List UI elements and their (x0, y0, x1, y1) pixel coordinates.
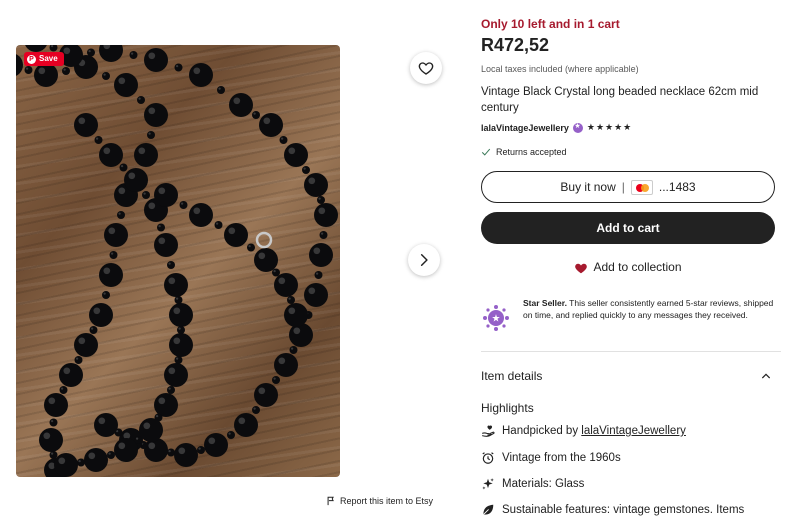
highlight-shop-link[interactable]: lalaVintageJewellery (581, 425, 686, 437)
hand-heart-icon (481, 424, 495, 438)
next-image-button[interactable] (408, 244, 440, 276)
necklace-beads-illustration (16, 45, 338, 477)
stock-notice: Only 10 left and in 1 cart (481, 17, 620, 31)
svg-text:★: ★ (492, 314, 501, 325)
add-to-cart-button[interactable]: Add to cart (481, 212, 775, 244)
tax-note: Local taxes included (where applicable) (481, 64, 639, 74)
shop-info: lalaVintageJewellery ★ ★★★★ (481, 122, 632, 133)
highlight-vintage-text: Vintage from the 1960s (502, 452, 621, 464)
star-seller-heading: Star Seller. (523, 298, 567, 308)
favorite-button[interactable] (410, 52, 442, 84)
buy-it-now-label: Buy it now (560, 180, 616, 194)
star-seller-icon: ★ (481, 303, 511, 333)
listing-title: Vintage Black Crystal long beaded neckla… (481, 86, 759, 114)
highlights-heading: Highlights (481, 401, 534, 415)
highlight-materials-text: Materials: Glass (502, 478, 585, 490)
buy-it-now-button[interactable]: Buy it now | ...1483 (481, 171, 775, 203)
heart-outline-icon (418, 62, 434, 75)
leaf-icon (481, 503, 495, 517)
add-to-collection-label: Add to collection (593, 260, 682, 274)
highlight-sustainable-text: Sustainable features: vintage gemstones.… (502, 504, 745, 516)
returns-label: Returns accepted (496, 147, 567, 157)
sparkle-icon (481, 477, 495, 491)
price: R472,52 (481, 35, 550, 55)
rating-stars[interactable]: ★★★★★ (587, 122, 632, 133)
mastercard-icon (630, 179, 653, 195)
star-seller-info: ★ Star Seller. This seller consistently … (481, 297, 781, 333)
star-seller-badge-icon (572, 122, 583, 133)
section-divider (481, 351, 781, 352)
star-seller-text: Star Seller. This seller consistently ea… (523, 297, 781, 333)
buy-separator: | (621, 180, 625, 194)
card-suffix: ...1483 (658, 180, 696, 194)
checkmark-icon (481, 148, 491, 156)
shop-name-link[interactable]: lalaVintageJewellery (481, 123, 569, 133)
item-details-toggle[interactable]: Item details (481, 369, 771, 383)
highlight-materials: Materials: Glass (481, 477, 781, 491)
save-label: Save (39, 54, 58, 63)
add-to-collection-button[interactable]: Add to collection (481, 260, 775, 274)
product-photo[interactable] (16, 45, 340, 477)
pinterest-icon: P (27, 54, 36, 64)
chevron-up-icon (762, 373, 770, 379)
add-to-cart-label: Add to cart (596, 221, 660, 235)
pinterest-save-button[interactable]: P Save (24, 52, 64, 66)
report-label: Report this item to Etsy (340, 496, 434, 506)
highlight-sustainable: Sustainable features: vintage gemstones.… (481, 503, 781, 517)
highlight-handpicked: Handpicked by lalaVintageJewellery (481, 424, 781, 438)
heart-filled-icon (575, 263, 588, 273)
alarm-clock-icon (481, 451, 495, 465)
highlight-handpicked-text: Handpicked by lalaVintageJewellery (502, 425, 686, 437)
returns-info: Returns accepted (481, 147, 567, 157)
item-details-heading: Item details (481, 369, 543, 383)
report-item-link[interactable]: Report this item to Etsy (326, 496, 433, 506)
flag-icon (327, 496, 334, 506)
chevron-right-icon (420, 254, 428, 266)
highlight-vintage: Vintage from the 1960s (481, 451, 781, 465)
